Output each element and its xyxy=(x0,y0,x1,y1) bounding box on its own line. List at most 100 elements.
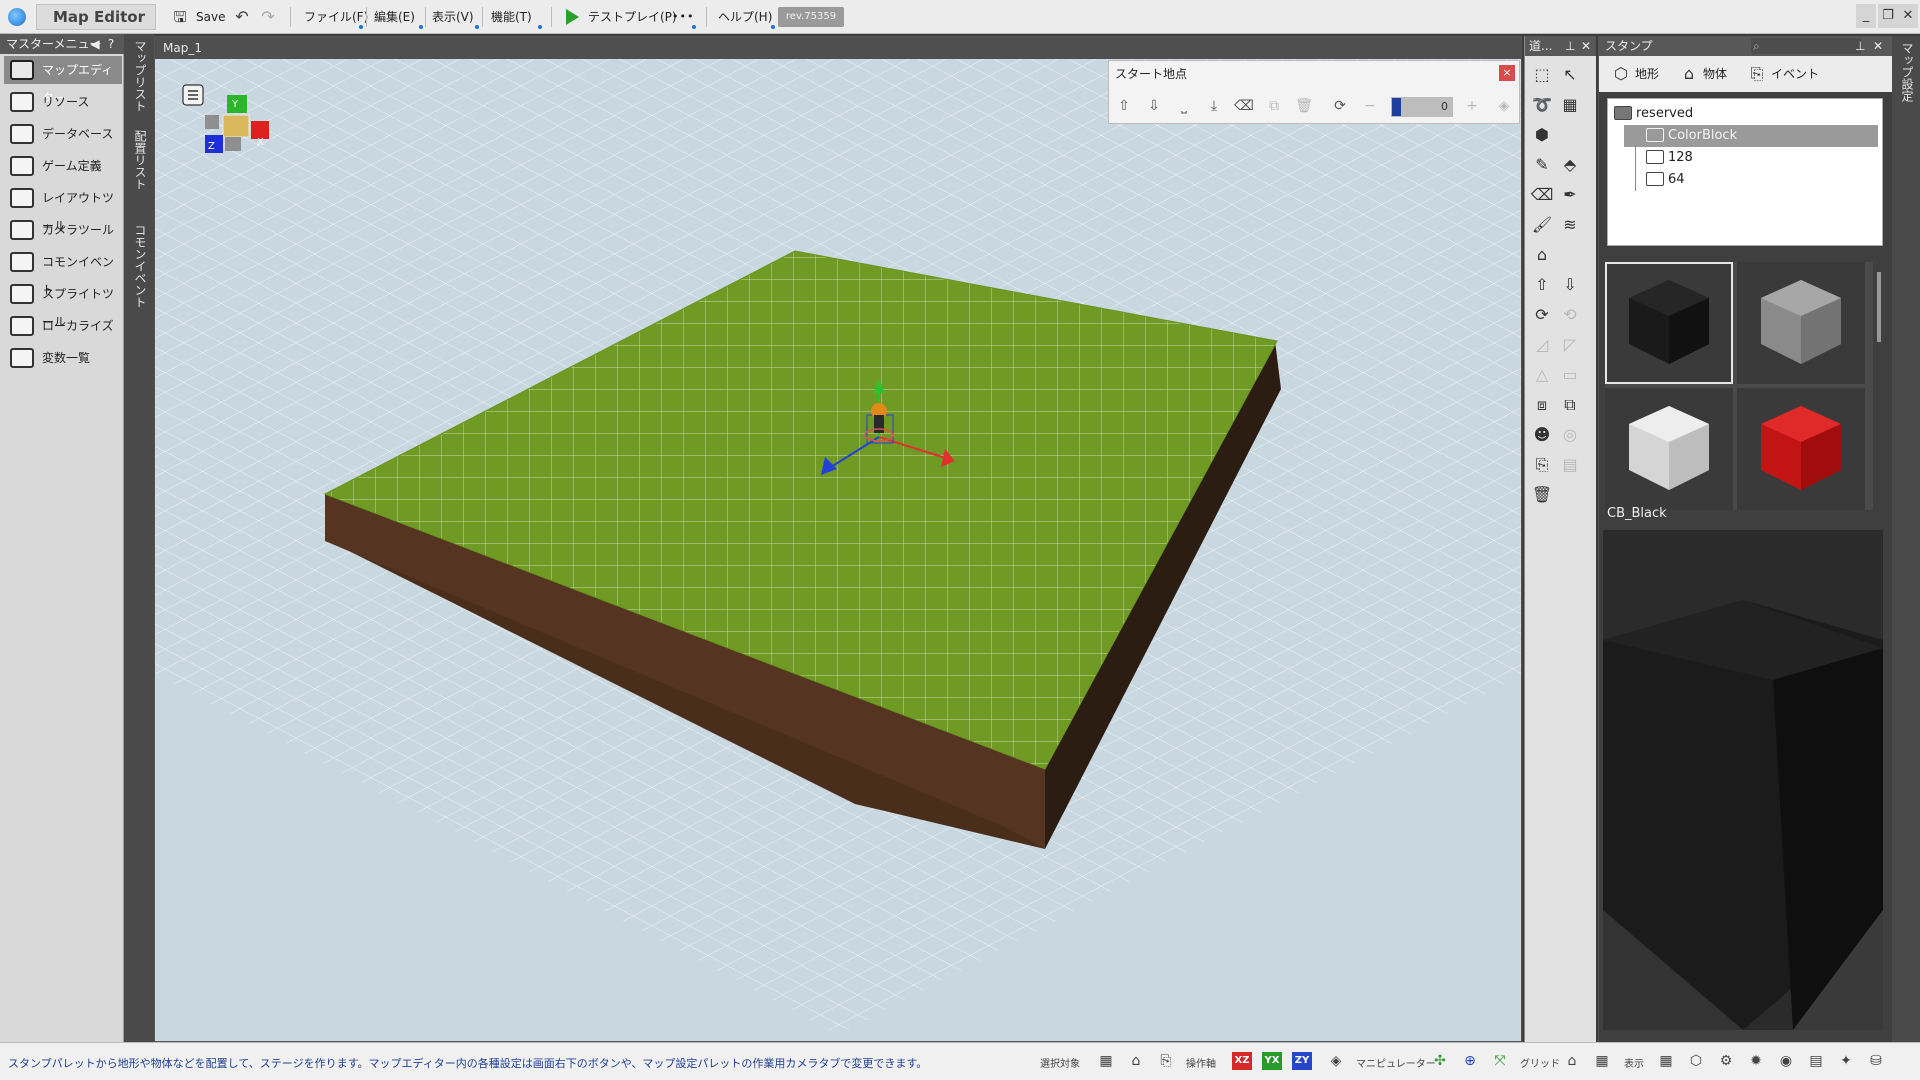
thumbnail-scrollbar[interactable] xyxy=(1877,272,1881,342)
tree-item-64[interactable]: 64 xyxy=(1624,169,1878,191)
brush-icon[interactable]: 🖌 xyxy=(1529,212,1555,238)
stamp-place-icon[interactable]: ⤓ xyxy=(1203,95,1225,117)
tab-placement-list[interactable]: 配置リスト xyxy=(131,130,147,190)
figure-icon[interactable]: ☻ xyxy=(1529,422,1555,448)
blank-icon[interactable] xyxy=(1557,242,1583,268)
restore-button[interactable]: ❐ xyxy=(1878,4,1898,28)
fill-icon[interactable]: ⬘ xyxy=(1557,152,1583,178)
eyedropper-icon[interactable]: ✒ xyxy=(1557,182,1583,208)
value-slider[interactable]: 0 xyxy=(1391,97,1453,117)
rotate-icon[interactable]: ⟳ xyxy=(1329,95,1351,117)
eraser-icon[interactable]: ⌫ xyxy=(1529,182,1555,208)
manipulator-rotate-icon[interactable]: ⊕ xyxy=(1460,1051,1480,1071)
layer-icon[interactable]: ◈ xyxy=(1493,95,1515,117)
tab-map-list[interactable]: マップリスト xyxy=(131,40,147,112)
copy-icon[interactable]: ⧉ xyxy=(1263,95,1285,117)
home-icon[interactable]: ⌂ xyxy=(1529,242,1555,268)
master-menu-item[interactable]: マップエディター xyxy=(4,56,122,105)
box-icon[interactable]: ▭ xyxy=(1557,362,1583,388)
help-icon[interactable]: ? xyxy=(104,36,118,52)
master-menu-item[interactable]: ローカライズ xyxy=(4,312,122,340)
master-menu-item[interactable]: カメラツール xyxy=(4,216,122,244)
display-light-icon[interactable]: ✹ xyxy=(1746,1051,1766,1071)
merge-icon[interactable]: ⧉ xyxy=(1557,392,1583,418)
rotate-alt-icon[interactable]: ⟲ xyxy=(1557,302,1583,328)
paste-icon[interactable]: ▤ xyxy=(1557,452,1583,478)
master-menu-item[interactable]: ゲーム定義 xyxy=(4,152,122,180)
tab-common-event[interactable]: コモンイベント xyxy=(131,224,147,308)
menu-view[interactable]: 表示(V) xyxy=(428,6,478,28)
raise-icon[interactable]: ⇧ xyxy=(1113,95,1135,117)
target-icon[interactable]: ◎ xyxy=(1557,422,1583,448)
select-tile-icon[interactable]: ▦ xyxy=(1096,1051,1116,1071)
minus-icon[interactable]: − xyxy=(1359,95,1381,117)
axis-yx-button[interactable]: YX xyxy=(1262,1052,1282,1070)
display-terrain-icon[interactable]: ⬡ xyxy=(1686,1051,1706,1071)
wedge-icon[interactable]: ◸ xyxy=(1557,332,1583,358)
stamp-thumb-black[interactable] xyxy=(1605,262,1733,384)
stamp-thumb-red[interactable] xyxy=(1737,388,1865,510)
tree-item-root[interactable]: reserved xyxy=(1612,103,1878,125)
save-icon[interactable]: 🖫 xyxy=(170,7,190,27)
menu-function[interactable]: 機能(T) xyxy=(487,6,536,28)
display-camera-icon[interactable]: ◉ xyxy=(1776,1051,1796,1071)
map-viewport[interactable]: Map_1 Y X Z xyxy=(154,36,1522,1042)
menu-help[interactable]: ヘルプ(H) xyxy=(714,6,776,28)
redo-icon[interactable]: ↷ xyxy=(258,7,278,27)
display-db-icon[interactable]: ⛁ xyxy=(1866,1051,1886,1071)
stamp-icon[interactable]: ⬢ xyxy=(1529,122,1555,148)
save-button[interactable]: Save xyxy=(192,6,229,28)
slope-icon[interactable]: ◿ xyxy=(1529,332,1555,358)
rect-select-icon[interactable]: ⬚ xyxy=(1529,62,1555,88)
display-object-icon[interactable]: ⚙ xyxy=(1716,1051,1736,1071)
lower-icon[interactable]: ⇩ xyxy=(1557,272,1583,298)
tab-event[interactable]: ⎘ イベント xyxy=(1747,64,1819,84)
eraser-icon[interactable]: ⌫ xyxy=(1233,95,1255,117)
stack-icon[interactable]: ⧈ xyxy=(1529,392,1555,418)
lasso-icon[interactable]: ➰ xyxy=(1529,92,1555,118)
grid-size-icon[interactable]: ▦ xyxy=(1592,1051,1612,1071)
select-event-icon[interactable]: ⎘ xyxy=(1156,1051,1176,1071)
close-icon[interactable]: × xyxy=(1499,65,1515,81)
collapse-icon[interactable]: ◀ xyxy=(88,36,102,52)
delete-icon[interactable]: 🗑 xyxy=(1293,95,1315,117)
master-menu-item[interactable]: リソース xyxy=(4,88,122,116)
close-icon[interactable]: ✕ xyxy=(1581,36,1591,56)
grid-toggle-icon[interactable]: ⌂ xyxy=(1562,1051,1582,1071)
close-icon[interactable]: ✕ xyxy=(1873,36,1883,56)
flat-icon[interactable]: ⎵ xyxy=(1173,95,1195,117)
tile-grid-icon[interactable]: ▦ xyxy=(1557,92,1583,118)
trash-icon[interactable]: 🗑 xyxy=(1529,482,1555,508)
menu-edit[interactable]: 編集(E) xyxy=(370,6,419,28)
master-menu-item[interactable]: コモンイベント xyxy=(4,248,122,297)
minimize-button[interactable]: _ xyxy=(1856,4,1876,28)
stamp-thumb-white[interactable] xyxy=(1605,388,1733,510)
close-window-button[interactable]: ✕ xyxy=(1898,4,1918,28)
blank-icon[interactable] xyxy=(1557,122,1583,148)
master-menu-item[interactable]: データベース xyxy=(4,120,122,148)
axis-xz-button[interactable]: XZ xyxy=(1232,1052,1252,1070)
pin-icon[interactable]: ⊥ xyxy=(1855,36,1865,56)
manipulator-icon[interactable]: ◈ xyxy=(1326,1051,1346,1071)
undo-icon[interactable]: ↶ xyxy=(232,7,252,27)
manipulator-move-icon[interactable]: ✣ xyxy=(1430,1051,1450,1071)
play-icon[interactable] xyxy=(566,9,579,25)
tab-terrain[interactable]: ⬡ 地形 xyxy=(1611,64,1659,84)
smooth-icon[interactable]: ≋ xyxy=(1557,212,1583,238)
test-play-button[interactable]: テストプレイ(P) xyxy=(584,6,681,28)
tree-item-colorblock[interactable]: ColorBlock xyxy=(1624,125,1878,147)
triangle-icon[interactable]: △ xyxy=(1529,362,1555,388)
stamp-thumb-gray[interactable] xyxy=(1737,262,1865,384)
raise-icon[interactable]: ⇧ xyxy=(1529,272,1555,298)
lower-icon[interactable]: ⇩ xyxy=(1143,95,1165,117)
plus-icon[interactable]: + xyxy=(1461,95,1483,117)
display-grid-icon[interactable]: ▦ xyxy=(1656,1051,1676,1071)
tab-map-settings[interactable]: マップ設定 xyxy=(1898,42,1914,102)
master-menu-item[interactable]: 変数一覧 xyxy=(4,344,122,372)
rotate-icon[interactable]: ⟳ xyxy=(1529,302,1555,328)
stamp-search-input[interactable] xyxy=(1751,38,1861,54)
display-layer-icon[interactable]: ▤ xyxy=(1806,1051,1826,1071)
manipulator-scale-icon[interactable]: ⤧ xyxy=(1490,1051,1510,1071)
select-object-icon[interactable]: ⌂ xyxy=(1126,1051,1146,1071)
master-menu-item[interactable]: スプライトツール xyxy=(4,280,122,329)
